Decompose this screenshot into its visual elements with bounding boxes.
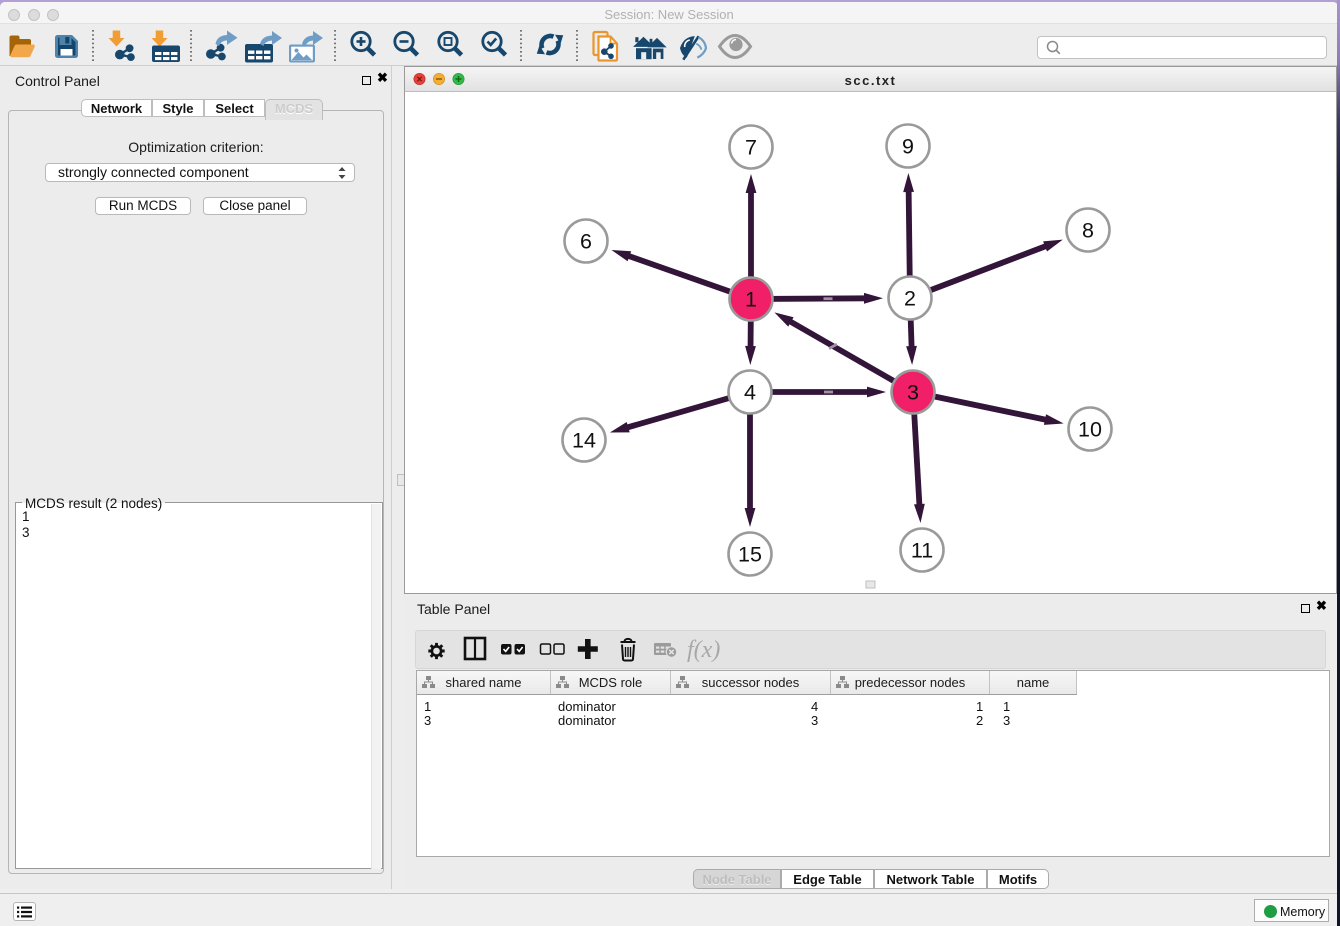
svg-text:4: 4 (744, 381, 756, 405)
svg-text:9: 9 (902, 135, 914, 159)
svg-text:10: 10 (1078, 418, 1102, 442)
svg-text:15: 15 (738, 543, 762, 567)
svg-text:8: 8 (1082, 219, 1094, 243)
svg-text:11: 11 (911, 539, 933, 563)
svg-text:f(x): f(x) (687, 637, 720, 663)
svg-text:1: 1 (745, 288, 757, 312)
svg-text:2: 2 (904, 287, 916, 311)
svg-text:14: 14 (572, 429, 596, 453)
svg-text:3: 3 (907, 381, 919, 405)
svg-text:6: 6 (580, 230, 592, 254)
svg-text:7: 7 (745, 136, 757, 160)
